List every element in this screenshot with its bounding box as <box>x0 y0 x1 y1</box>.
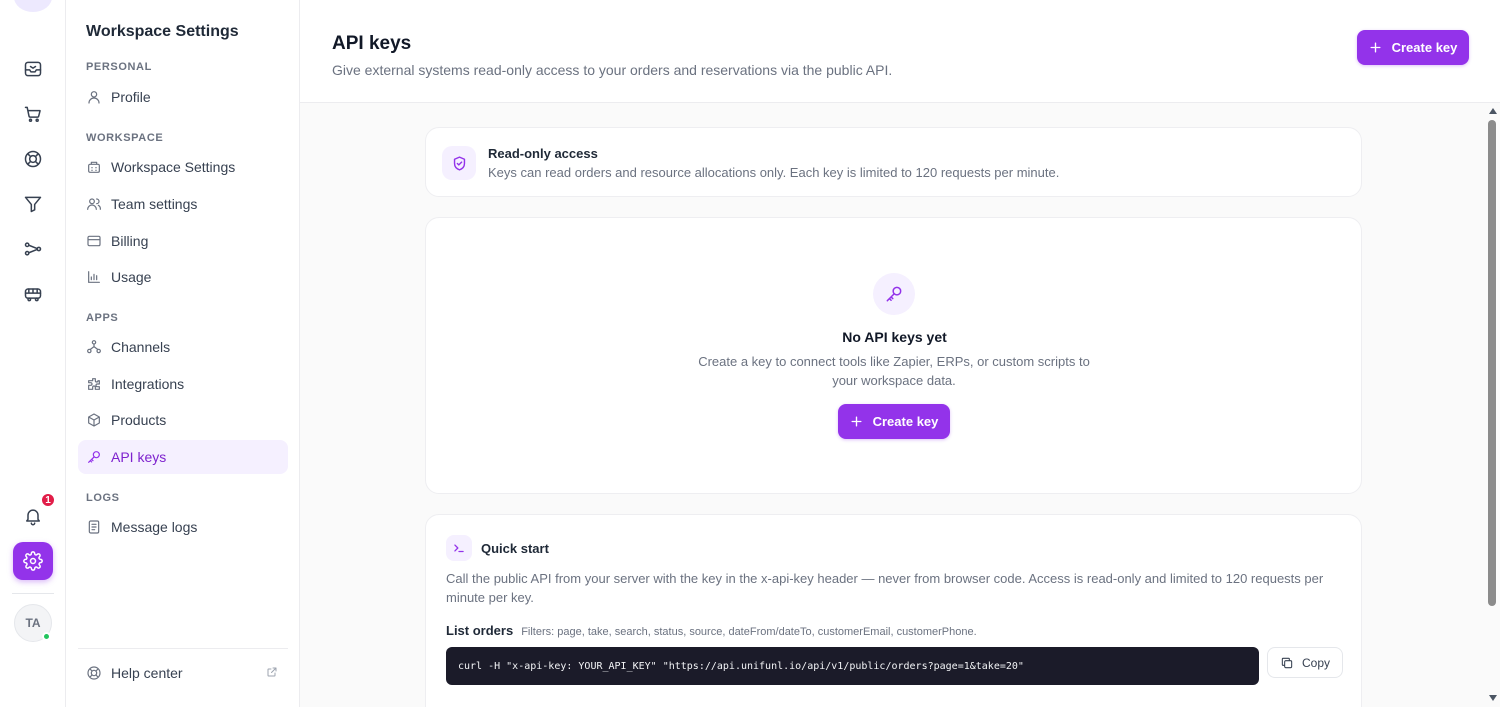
sidebar-item-label: Billing <box>111 233 149 249</box>
create-key-label: Create key <box>1391 40 1458 55</box>
sidebar-item-products[interactable]: Products <box>78 403 288 437</box>
info-title: Read-only access <box>488 146 598 161</box>
filter-icon[interactable] <box>19 190 47 218</box>
help-icon <box>86 665 102 681</box>
create-key-button-empty[interactable]: Create key <box>838 404 950 439</box>
app-logo[interactable] <box>14 0 52 12</box>
sidebar-item-integrations[interactable]: Integrations <box>78 367 288 401</box>
sidebar-item-help-center[interactable]: Help center <box>78 656 288 690</box>
sidebar-item-billing[interactable]: Billing <box>78 224 288 258</box>
credit-card-icon <box>86 233 102 249</box>
sidebar-item-workspace-settings[interactable]: Workspace Settings <box>78 150 288 184</box>
endpoint-filters: Filters: page, take, search, status, sou… <box>521 626 977 638</box>
sidebar-item-label: Integrations <box>111 376 185 392</box>
settings-sidebar: Workspace Settings PERSONAL Profile WORK… <box>66 0 300 707</box>
empty-state-title: No API keys yet <box>842 329 947 345</box>
section-workspace: WORKSPACE <box>86 132 164 144</box>
empty-state-card: No API keys yet Create a key to connect … <box>425 217 1362 494</box>
channels-icon <box>86 339 102 355</box>
sidebar-item-label: Usage <box>111 269 152 285</box>
terminal-icon <box>446 535 472 561</box>
read-only-info-card: Read-only access Keys can read orders an… <box>425 127 1362 197</box>
sidebar-item-usage[interactable]: Usage <box>78 260 288 294</box>
sidebar-item-label: Help center <box>111 665 183 681</box>
sidebar-item-label: Profile <box>111 89 151 105</box>
team-icon <box>86 196 102 212</box>
section-personal: PERSONAL <box>86 61 152 73</box>
create-key-button[interactable]: Create key <box>1357 30 1469 65</box>
user-icon <box>86 89 102 105</box>
section-apps: APPS <box>86 312 119 324</box>
scroll-up-arrow[interactable] <box>1489 108 1497 114</box>
settings-button[interactable] <box>13 542 53 580</box>
page-title: API keys <box>332 33 412 54</box>
sidebar-item-label: Workspace Settings <box>111 159 236 175</box>
plus-icon <box>1369 41 1382 54</box>
vehicle-icon[interactable] <box>19 280 47 308</box>
copy-label: Copy <box>1301 655 1330 670</box>
create-key-label: Create key <box>872 414 939 429</box>
notification-badge: 1 <box>40 492 56 508</box>
online-status-dot <box>42 632 51 641</box>
info-text: Keys can read orders and resource alloca… <box>488 165 1060 180</box>
bar-chart-icon <box>86 269 102 285</box>
quick-start-description: Call the public API from your server wit… <box>446 571 1324 605</box>
plus-icon <box>850 415 863 428</box>
sidebar-item-label: Products <box>111 412 167 428</box>
package-icon <box>86 412 102 428</box>
sidebar-item-api-keys[interactable]: API keys <box>78 440 288 474</box>
copy-icon <box>1280 656 1294 670</box>
quick-start-title: Quick start <box>481 541 549 556</box>
inbox-icon[interactable] <box>19 55 47 83</box>
page-subtitle: Give external systems read-only access t… <box>332 62 893 78</box>
copy-button[interactable]: Copy <box>1267 647 1343 678</box>
puzzle-icon <box>86 376 102 392</box>
sidebar-item-message-logs[interactable]: Message logs <box>78 510 288 544</box>
key-icon <box>873 273 915 315</box>
sidebar-item-profile[interactable]: Profile <box>78 80 288 114</box>
sidebar-item-team-settings[interactable]: Team settings <box>78 187 288 221</box>
sidebar-title: Workspace Settings <box>86 23 239 40</box>
shield-icon <box>442 146 476 180</box>
section-logs: LOGS <box>86 492 120 504</box>
gear-icon <box>23 551 43 571</box>
sidebar-divider <box>78 648 288 649</box>
icon-rail: 1 TA <box>0 0 66 707</box>
sidebar-item-label: Channels <box>111 339 171 355</box>
page-header: API keys Give external systems read-only… <box>300 0 1500 103</box>
building-icon <box>86 159 102 175</box>
rail-divider <box>12 593 54 594</box>
routes-icon[interactable] <box>19 235 47 263</box>
scrollbar-thumb[interactable] <box>1488 120 1496 606</box>
sidebar-item-label: Message logs <box>111 519 198 535</box>
empty-state-text: Create a key to connect tools like Zapie… <box>698 354 1090 388</box>
endpoint-label: List orders <box>446 623 514 638</box>
sidebar-item-channels[interactable]: Channels <box>78 330 288 364</box>
sidebar-item-label: Team settings <box>111 196 198 212</box>
log-icon <box>86 519 102 535</box>
cart-icon[interactable] <box>19 100 47 128</box>
key-icon <box>86 449 102 465</box>
scroll-down-arrow[interactable] <box>1489 695 1497 701</box>
quick-start-card: Quick start Call the public API from you… <box>425 514 1362 707</box>
support-icon[interactable] <box>19 145 47 173</box>
list-orders-heading: List orders Filters: page, take, search,… <box>446 623 977 638</box>
sidebar-item-label: API keys <box>111 449 167 465</box>
code-snippet[interactable]: curl -H "x-api-key: YOUR_API_KEY" "https… <box>446 647 1259 685</box>
external-link-icon <box>266 666 278 678</box>
